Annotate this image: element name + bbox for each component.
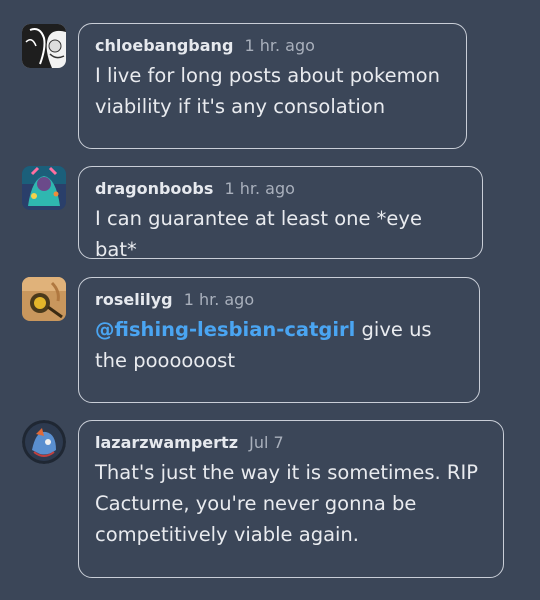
reply-meta: dragonboobs 1 hr. ago	[95, 178, 466, 200]
reply-meta: roselilyg 1 hr. ago	[95, 289, 463, 311]
reply-text: I can guarantee at least one *eye bat*	[95, 207, 422, 261]
timestamp: 1 hr. ago	[244, 36, 315, 55]
mention-link[interactable]: @fishing-lesbian-catgirl	[95, 318, 355, 341]
username-link[interactable]: dragonboobs	[95, 179, 213, 198]
username-link[interactable]: roselilyg	[95, 290, 173, 309]
reply-text: I live for long posts about pokemon viab…	[95, 64, 440, 118]
timestamp: 1 hr. ago	[224, 179, 295, 198]
timestamp: 1 hr. ago	[183, 290, 255, 309]
user-avatar[interactable]	[22, 24, 66, 68]
reply-text: That's just the way it is sometimes. RIP…	[95, 461, 478, 546]
user-avatar[interactable]	[22, 420, 66, 464]
timestamp: Jul 7	[249, 433, 284, 452]
user-avatar[interactable]	[22, 166, 66, 210]
reply-bubble: roselilyg 1 hr. ago @fishing-lesbian-cat…	[78, 277, 480, 403]
reply-text: @fishing-lesbian-catgirl give us the poo…	[95, 314, 463, 376]
reply-meta: lazarzwampertz Jul 7	[95, 432, 487, 454]
reply-bubble: lazarzwampertz Jul 7 That's just the way…	[78, 420, 504, 578]
user-avatar[interactable]	[22, 277, 66, 321]
username-link[interactable]: chloebangbang	[95, 36, 233, 55]
username-link[interactable]: lazarzwampertz	[95, 433, 238, 452]
reply-meta: chloebangbang 1 hr. ago	[95, 35, 450, 57]
reply-bubble: dragonboobs 1 hr. ago I can guarantee at…	[78, 166, 483, 261]
reply-bubble: chloebangbang 1 hr. ago I live for long …	[78, 23, 467, 149]
